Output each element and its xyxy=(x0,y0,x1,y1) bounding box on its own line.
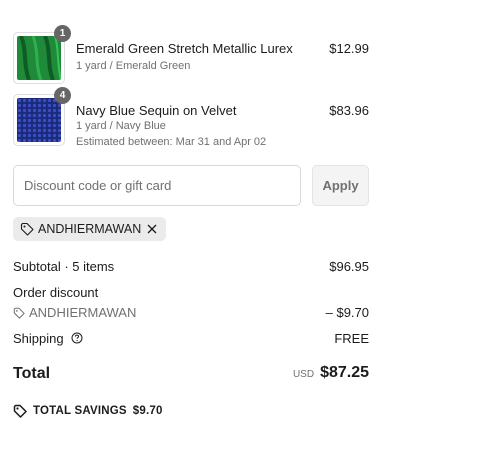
tag-icon xyxy=(13,307,25,319)
item-name: Emerald Green Stretch Metallic Lurex xyxy=(76,41,293,56)
subtotal-label: Subtotal · 5 items xyxy=(13,259,115,274)
total-savings: TOTAL SAVINGS $9.70 xyxy=(13,404,163,418)
product-thumbnail-wrapper: 1 xyxy=(13,25,71,84)
line-item: 4 Navy Blue Sequin on Velvet 1 yard / Na… xyxy=(13,87,369,149)
discount-value: – $9.70 xyxy=(325,305,369,320)
order-discount-label: Order discount xyxy=(13,285,99,300)
discount-code-line: ANDHIERMAWAN xyxy=(13,305,369,320)
fabric-image xyxy=(17,98,61,142)
applied-discount-chip: ANDHIERMAWAN xyxy=(13,217,166,241)
discount-code-name: ANDHIERMAWAN xyxy=(29,305,137,320)
total-label: Total xyxy=(13,365,51,382)
tag-icon xyxy=(13,404,27,418)
question-circle-icon[interactable] xyxy=(71,332,83,344)
quantity-badge: 1 xyxy=(54,25,71,42)
order-discount-row: Order discount xyxy=(13,285,369,300)
discount-code-input[interactable] xyxy=(13,165,301,206)
fabric-image xyxy=(17,36,61,80)
quantity-badge: 4 xyxy=(54,87,71,104)
delivery-estimate: Estimated between: Mar 31 and Apr 02 xyxy=(76,136,267,148)
item-price: $12.99 xyxy=(329,41,369,56)
apply-discount-button[interactable]: Apply xyxy=(312,165,369,206)
item-variant: 1 yard / Emerald Green xyxy=(76,60,191,72)
product-thumbnail-wrapper: 4 xyxy=(13,87,71,146)
item-variant: 1 yard / Navy Blue xyxy=(76,120,166,132)
total-savings-value: $9.70 xyxy=(132,405,163,417)
applied-discount-code: ANDHIERMAWAN xyxy=(38,222,142,236)
tag-icon xyxy=(20,222,34,236)
discount-code-row: ANDHIERMAWAN – $9.70 xyxy=(13,305,369,320)
shipping-label: Shipping xyxy=(13,331,64,346)
shipping-row: Shipping FREE xyxy=(13,331,369,346)
subtotal-value: $96.95 xyxy=(329,259,369,274)
total-value: $87.25 xyxy=(320,364,369,381)
total-amount: USD $87.25 xyxy=(293,364,369,382)
currency-code: USD xyxy=(292,369,315,380)
line-item: 1 Emerald Green Stretch Metallic Lurex 1… xyxy=(13,25,369,87)
shipping-value: FREE xyxy=(334,331,369,346)
subtotal-row: Subtotal · 5 items $96.95 xyxy=(13,259,369,274)
item-name: Navy Blue Sequin on Velvet xyxy=(76,103,237,118)
total-savings-label: TOTAL SAVINGS xyxy=(33,405,127,417)
close-icon[interactable] xyxy=(146,223,158,235)
item-price: $83.96 xyxy=(329,103,369,118)
